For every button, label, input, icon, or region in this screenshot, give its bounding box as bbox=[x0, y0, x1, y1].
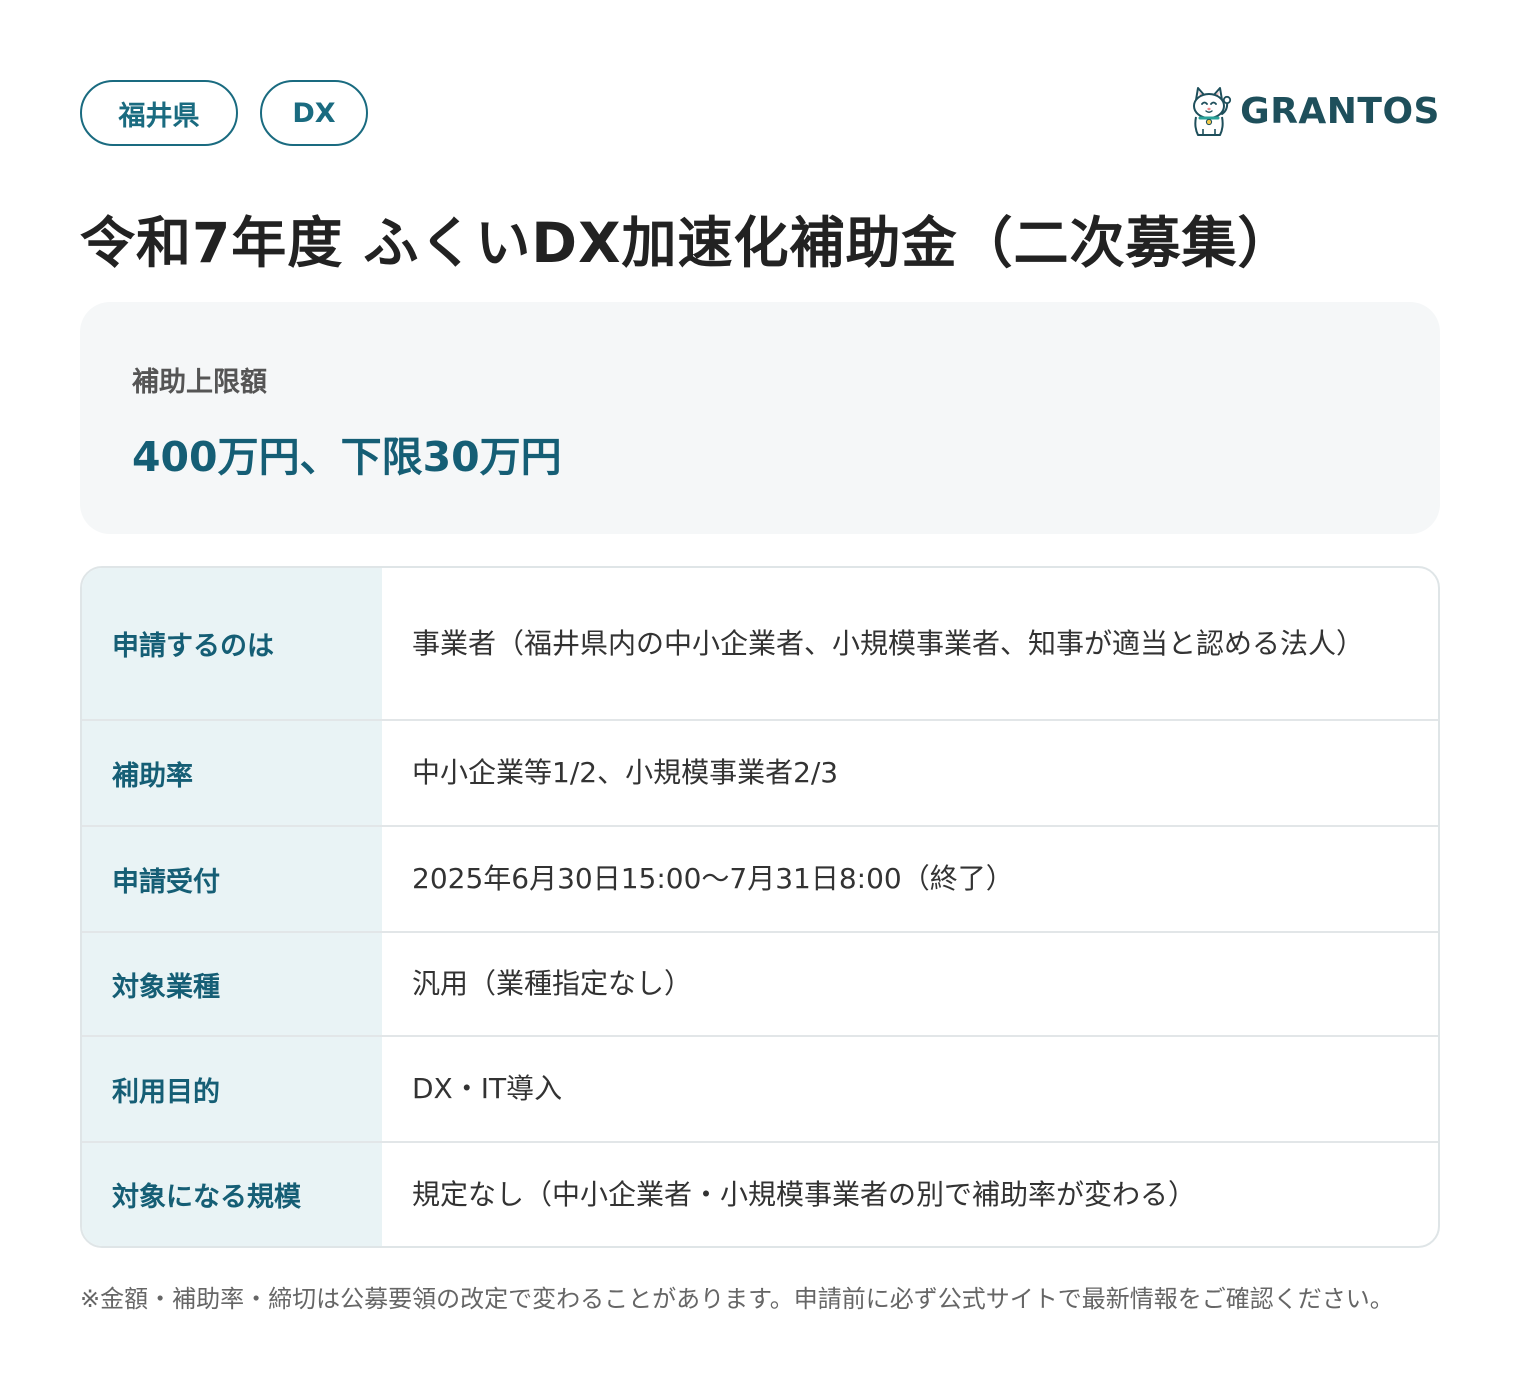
max-amount-value: 400万円、下限30万円 bbox=[132, 433, 562, 481]
brand-name: GRANTOS bbox=[1240, 90, 1440, 132]
table-row: 利用目的 DX・IT導入 bbox=[82, 1035, 1438, 1141]
row-label: 申請するのは bbox=[82, 568, 382, 719]
max-amount-panel: 補助上限額 400万円、下限30万円 bbox=[80, 302, 1440, 534]
tag-prefecture[interactable]: 福井県 bbox=[80, 80, 238, 146]
table-row: 対象になる規模 規定なし（中小企業者・小規模事業者の別で補助率が変わる） bbox=[82, 1141, 1438, 1246]
table-row: 申請するのは 事業者（福井県内の中小企業者、小規模事業者、知事が適当と認める法人… bbox=[82, 568, 1438, 719]
row-value: 事業者（福井県内の中小企業者、小規模事業者、知事が適当と認める法人） bbox=[412, 626, 1365, 660]
page-title: 令和7年度 ふくいDX加速化補助金（二次募集） bbox=[80, 211, 1294, 275]
grant-detail-page: 福井県 DX GRANTOS 令和7年度 ふくいDX加速化補助金（二次募集） 補… bbox=[0, 0, 1520, 1398]
row-value: 汎用（業種指定なし） bbox=[412, 967, 693, 1000]
maneki-neko-cat-icon bbox=[1193, 87, 1232, 136]
table-row: 補助率 中小企業等1/2、小規模事業者2/3 bbox=[82, 719, 1438, 825]
row-label: 利用目的 bbox=[82, 1037, 382, 1141]
row-value: 中小企業等1/2、小規模事業者2/3 bbox=[412, 756, 839, 789]
grant-info-table: 申請するのは 事業者（福井県内の中小企業者、小規模事業者、知事が適当と認める法人… bbox=[80, 566, 1440, 1248]
max-amount-label: 補助上限額 bbox=[132, 367, 267, 398]
row-label: 補助率 bbox=[82, 721, 382, 825]
tag-category[interactable]: DX bbox=[260, 80, 368, 146]
row-value: 2025年6月30日15:00〜7月31日8:00（終了） bbox=[412, 862, 1014, 895]
row-value: 規定なし（中小企業者・小規模事業者の別で補助率が変わる） bbox=[412, 1177, 1197, 1211]
table-row: 対象業種 汎用（業種指定なし） bbox=[82, 931, 1438, 1035]
table-row: 申請受付 2025年6月30日15:00〜7月31日8:00（終了） bbox=[82, 825, 1438, 931]
row-label: 対象になる規模 bbox=[82, 1143, 382, 1246]
tag-list: 福井県 DX bbox=[80, 80, 368, 146]
row-label: 申請受付 bbox=[82, 827, 382, 931]
disclaimer-note: ※金額・補助率・締切は公募要領の改定で変わることがあります。申請前に必ず公式サイ… bbox=[80, 1285, 1394, 1313]
brand-logo[interactable]: GRANTOS bbox=[1186, 82, 1440, 140]
row-label: 対象業種 bbox=[82, 933, 382, 1035]
row-value: DX・IT導入 bbox=[412, 1072, 563, 1105]
